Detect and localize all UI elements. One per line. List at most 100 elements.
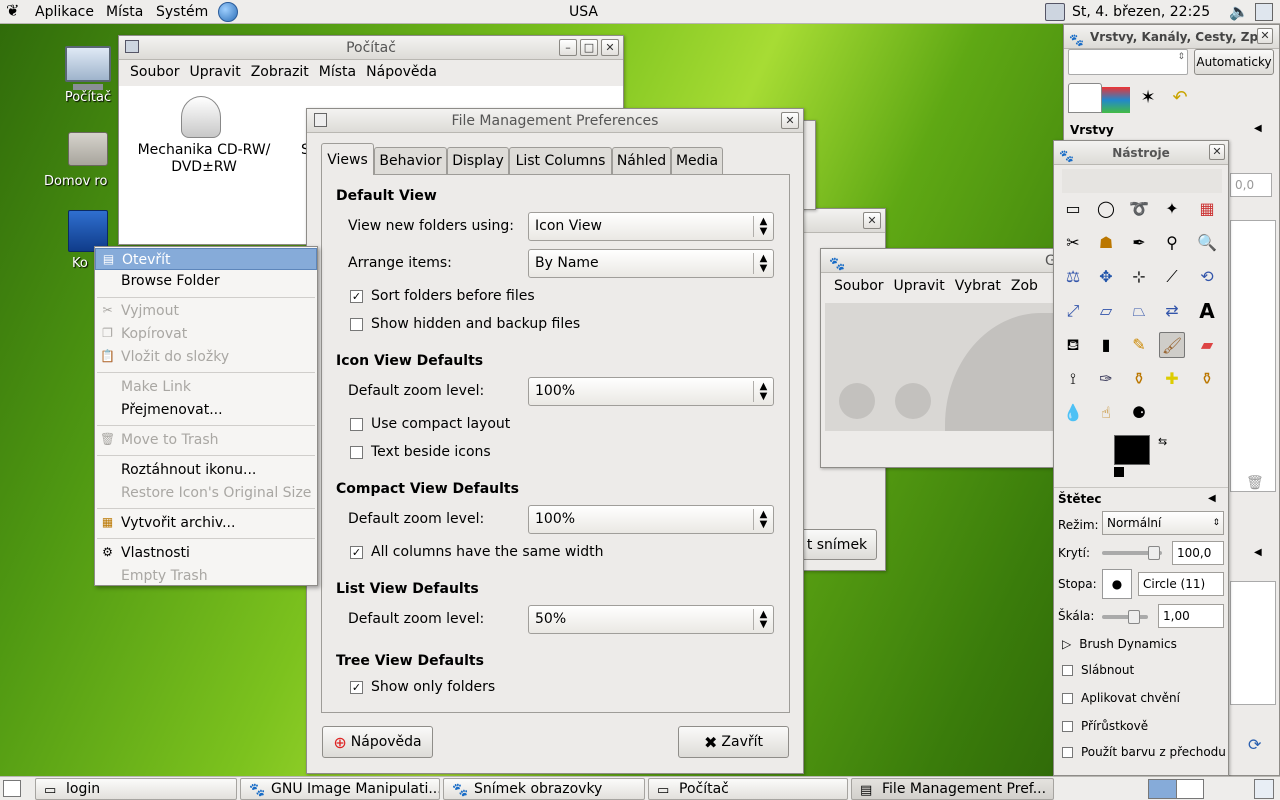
- ctx-copy[interactable]: ❐ Kopírovat: [95, 323, 317, 345]
- paths-tab-icon[interactable]: ✶: [1134, 87, 1162, 113]
- undo-tab-icon[interactable]: ↶: [1166, 87, 1194, 113]
- show-desktop-icon[interactable]: [3, 780, 21, 797]
- incremental-checkbox[interactable]: Přírůstkově: [1062, 719, 1148, 733]
- take-screenshot-button[interactable]: t snímek: [797, 529, 877, 560]
- screenshot-close-button[interactable]: ✕: [863, 212, 881, 229]
- ctx-rename[interactable]: Přejmenovat...: [95, 399, 317, 421]
- sort-folders-checkbox[interactable]: ✓ Sort folders before files: [350, 288, 535, 304]
- system-menu[interactable]: Systém: [150, 0, 214, 24]
- ellipse-select-icon[interactable]: ◯: [1093, 196, 1119, 222]
- clock[interactable]: St, 4. březen, 22:25: [1066, 0, 1216, 24]
- paths-icon[interactable]: ✒: [1126, 230, 1152, 256]
- zoom-icon[interactable]: 🔍: [1194, 230, 1220, 256]
- foreground-select-icon[interactable]: ☗: [1093, 230, 1119, 256]
- jitter-checkbox[interactable]: Aplikovat chvění: [1062, 691, 1180, 705]
- layers-tab-icon[interactable]: [1068, 83, 1102, 113]
- gimp-menu-edit[interactable]: Upravit: [889, 278, 950, 294]
- compact-zoom-combo[interactable]: 100% ▲ ▼: [528, 505, 774, 534]
- blend-icon[interactable]: ▮: [1093, 332, 1119, 358]
- fade-checkbox[interactable]: Slábnout: [1062, 663, 1134, 677]
- task-computer[interactable]: ▭ Počítač: [648, 778, 848, 800]
- gimp-menu-select[interactable]: Vybrat: [950, 278, 1006, 294]
- refresh-icon[interactable]: ⟳: [1248, 735, 1261, 754]
- opacity-spin[interactable]: 100,0: [1172, 541, 1224, 565]
- show-only-folders-checkbox[interactable]: ✓ Show only folders: [350, 679, 495, 695]
- places-menu[interactable]: Místa: [100, 0, 149, 24]
- tab-behavior[interactable]: Behavior: [374, 147, 447, 174]
- gimp-menu-view[interactable]: Zob: [1006, 278, 1043, 294]
- blur-icon[interactable]: 💧: [1060, 400, 1086, 426]
- brush-options-arrow-icon[interactable]: ◀: [1208, 493, 1216, 504]
- task-screenshot[interactable]: 🐾 Snímek obrazovky: [443, 778, 645, 800]
- prefs-titlebar[interactable]: File Management Preferences ✕: [307, 109, 803, 133]
- show-hidden-checkbox[interactable]: Show hidden and backup files: [350, 316, 580, 332]
- rotate-icon[interactable]: ⟲: [1194, 264, 1220, 290]
- move-icon[interactable]: ✥: [1093, 264, 1119, 290]
- dodge-burn-icon[interactable]: ⚈: [1126, 400, 1152, 426]
- desktop-icon-computer[interactable]: Počítač: [48, 46, 128, 105]
- measure-icon[interactable]: ⚖: [1060, 264, 1086, 290]
- pencil-icon[interactable]: ✎: [1126, 332, 1152, 358]
- color-select-icon[interactable]: ▦: [1194, 196, 1220, 222]
- tab-views[interactable]: Views: [321, 143, 374, 175]
- layers-menu-arrow-icon[interactable]: ◀: [1254, 123, 1262, 134]
- list-zoom-combo[interactable]: 50% ▲ ▼: [528, 605, 774, 634]
- task-gimp[interactable]: 🐾 GNU Image Manipulati...: [240, 778, 440, 800]
- maximize-button[interactable]: □: [580, 39, 598, 56]
- tab-preview[interactable]: Náhled: [612, 147, 671, 174]
- layers-list[interactable]: [1230, 220, 1276, 492]
- ctx-cut[interactable]: ✂ Vyjmout: [95, 300, 317, 322]
- icon-zoom-combo[interactable]: 100% ▲ ▼: [528, 377, 774, 406]
- text-tool-icon[interactable]: A: [1194, 298, 1220, 324]
- airbrush-icon[interactable]: ⟟: [1060, 366, 1086, 392]
- prefs-close-x-button[interactable]: ✕: [781, 112, 799, 129]
- perspective-clone-icon[interactable]: ⚱: [1194, 366, 1220, 392]
- brush-dynamics-expander[interactable]: ▷ Brush Dynamics: [1062, 637, 1177, 651]
- menu-edit[interactable]: Upravit: [185, 64, 246, 80]
- trash-applet-icon[interactable]: [1254, 779, 1274, 799]
- ctx-make-link[interactable]: Make Link: [95, 376, 317, 398]
- ctx-stretch-icon[interactable]: Roztáhnout ikonu...: [95, 459, 317, 481]
- gimp-menu-file[interactable]: Soubor: [829, 278, 889, 294]
- scale-slider[interactable]: [1102, 610, 1148, 624]
- ctx-move-to-trash[interactable]: 🗑 Move to Trash: [95, 429, 317, 451]
- mode-select[interactable]: Normální ⇕: [1102, 511, 1224, 535]
- opacity-slider[interactable]: [1102, 546, 1162, 560]
- ctx-browse-folder[interactable]: Browse Folder: [95, 270, 317, 292]
- smudge-icon[interactable]: ☝: [1093, 400, 1119, 426]
- minimize-button[interactable]: –: [559, 39, 577, 56]
- foreground-color[interactable]: [1114, 435, 1150, 465]
- menu-file[interactable]: Soubor: [125, 64, 185, 80]
- image-selector[interactable]: ⇕: [1068, 49, 1188, 75]
- same-width-checkbox[interactable]: ✓ All columns have the same width: [350, 544, 603, 560]
- scale-icon[interactable]: ⤢: [1060, 298, 1086, 324]
- menu-help[interactable]: Nápověda: [361, 64, 442, 80]
- scissors-icon[interactable]: ✂: [1060, 230, 1086, 256]
- computer-window-titlebar[interactable]: Počítač – □ ✕: [119, 36, 623, 60]
- ctx-empty-trash[interactable]: Empty Trash: [95, 565, 317, 587]
- close-button-dialog[interactable]: ✖ Zavřít: [678, 726, 789, 758]
- scale-spin[interactable]: 1,00: [1158, 604, 1224, 628]
- default-colors-icon[interactable]: [1114, 467, 1124, 477]
- task-login[interactable]: ▭ login: [35, 778, 237, 800]
- tab-list-columns[interactable]: List Columns: [509, 147, 612, 174]
- close-button[interactable]: ✕: [601, 39, 619, 56]
- auto-button[interactable]: Automaticky: [1194, 49, 1274, 75]
- color-picker-icon[interactable]: ⚲: [1159, 230, 1185, 256]
- shear-icon[interactable]: ▱: [1093, 298, 1119, 324]
- clone-icon[interactable]: ⚱: [1126, 366, 1152, 392]
- compact-layout-checkbox[interactable]: Use compact layout: [350, 416, 510, 432]
- volume-icon[interactable]: 🔈: [1229, 2, 1249, 21]
- brushes-list[interactable]: [1230, 581, 1276, 705]
- desktop-icon-home[interactable]: Domov ro: [44, 132, 124, 189]
- cdrom-icon[interactable]: [181, 96, 221, 138]
- paintbrush-icon[interactable]: 🖌: [1159, 332, 1185, 358]
- brush-name[interactable]: Circle (11): [1138, 572, 1224, 596]
- flip-icon[interactable]: ⇄: [1159, 298, 1185, 324]
- arrange-items-combo[interactable]: By Name ▲ ▼: [528, 249, 774, 278]
- help-button[interactable]: ⊕ Nápověda: [322, 726, 433, 758]
- text-beside-icons-checkbox[interactable]: Text beside icons: [350, 444, 491, 460]
- panel-tray-icon[interactable]: [1255, 3, 1273, 21]
- rect-select-icon[interactable]: ▭: [1060, 196, 1086, 222]
- swap-colors-icon[interactable]: ⇆: [1158, 435, 1167, 448]
